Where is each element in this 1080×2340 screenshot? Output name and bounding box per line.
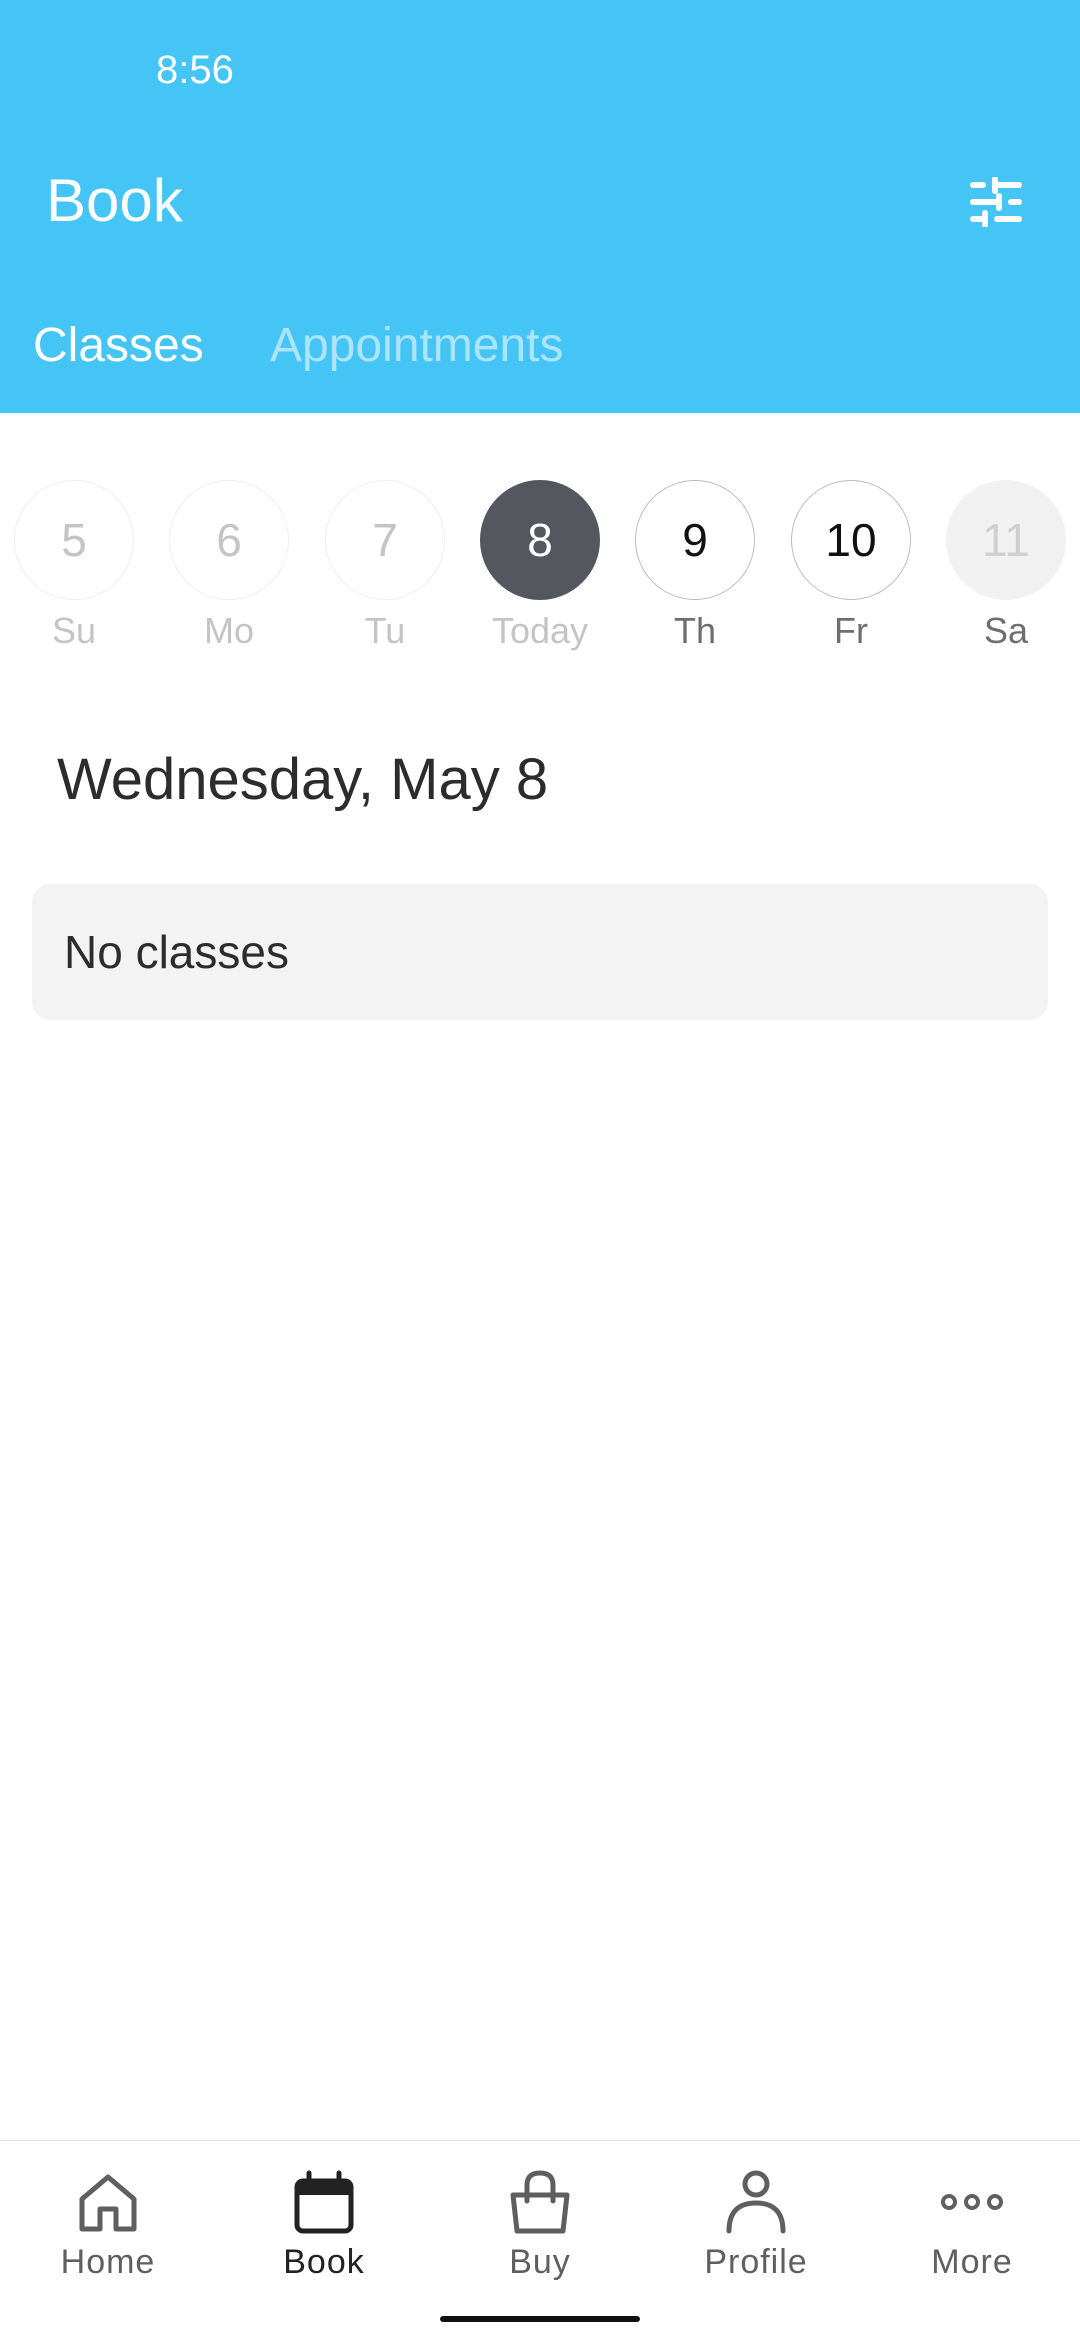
day-number: 7 [325,480,445,600]
nav-label: Profile [704,2243,808,2281]
nav-home[interactable]: Home [0,2167,216,2282]
home-indicator[interactable] [440,2316,640,2322]
page-title: Book [46,167,183,234]
day-label: Today [491,610,589,651]
day-label: Su [51,610,97,651]
filter-button[interactable] [960,166,1032,238]
day-label: Tu [364,610,406,651]
day-number: 6 [169,480,289,600]
bottom-navigation: Home Book Buy Profile More [0,2140,1080,2340]
nav-label: Buy [509,2243,571,2281]
day-5[interactable]: 5 Su [14,480,134,652]
day-number: 9 [635,480,755,600]
day-9[interactable]: 9 Th [635,480,755,652]
nav-label: Book [283,2243,365,2281]
home-icon [79,2174,137,2232]
empty-state-text: No classes [64,926,289,978]
day-label: Mo [203,610,254,651]
app-header: 8:56 Book Classes Appointments [0,0,1080,413]
tab-classes[interactable]: Classes [33,318,204,373]
day-number: 11 [946,480,1066,600]
nav-profile[interactable]: Profile [648,2167,864,2282]
book-screen: 8:56 Book Classes Appointments 5 Su 6 Mo… [0,0,1080,2340]
person-icon [726,2170,786,2234]
tab-appointments[interactable]: Appointments [270,318,564,373]
day-label: Th [673,610,716,651]
shopping-bag-icon [510,2170,570,2234]
empty-state-card: No classes [32,884,1048,1020]
day-label: Sa [983,610,1029,651]
day-number: 5 [14,480,134,600]
more-dots-icon [941,2194,1003,2210]
day-number: 8 [480,480,600,600]
status-time: 8:56 [156,48,234,92]
nav-book[interactable]: Book [216,2167,432,2282]
calendar-icon [294,2170,354,2234]
nav-label: Home [60,2243,156,2281]
sliders-icon [970,177,1022,227]
day-label: Fr [834,610,868,651]
day-8-today[interactable]: 8 Today [480,480,600,652]
day-7[interactable]: 7 Tu [325,480,445,652]
selected-date-heading: Wednesday, May 8 [57,747,549,812]
nav-buy[interactable]: Buy [432,2167,648,2282]
day-10[interactable]: 10 Fr [791,480,911,652]
day-6[interactable]: 6 Mo [169,480,289,652]
day-11[interactable]: 11 Sa [946,480,1066,652]
nav-more[interactable]: More [864,2167,1080,2282]
nav-label: More [931,2243,1013,2281]
day-number: 10 [791,480,911,600]
